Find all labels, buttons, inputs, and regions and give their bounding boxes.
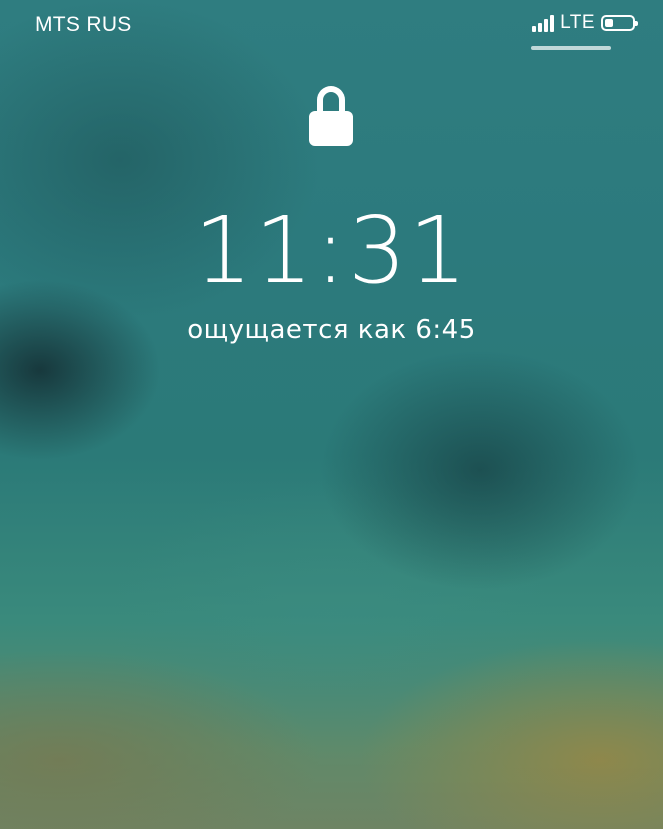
control-center-handle[interactable] [531,46,611,50]
status-bar: MTS RUS LTE [0,0,663,50]
lock-body [309,111,353,146]
clock-subtitle: ощущается как 6:45 [187,315,476,345]
carrier-name: MTS RUS [35,13,132,36]
lock-icon [309,86,353,146]
battery-level [605,19,613,27]
battery-nub [635,21,638,26]
wallpaper-foam [0,659,663,829]
network-type: LTE [560,12,595,33]
lock-screen: MTS RUS LTE 11:31 ощущается как 6:45 [0,0,663,829]
status-indicators: LTE [532,12,638,34]
battery-icon [601,15,638,31]
signal-icon [532,14,555,32]
clock-time: 11:31 [193,197,470,304]
